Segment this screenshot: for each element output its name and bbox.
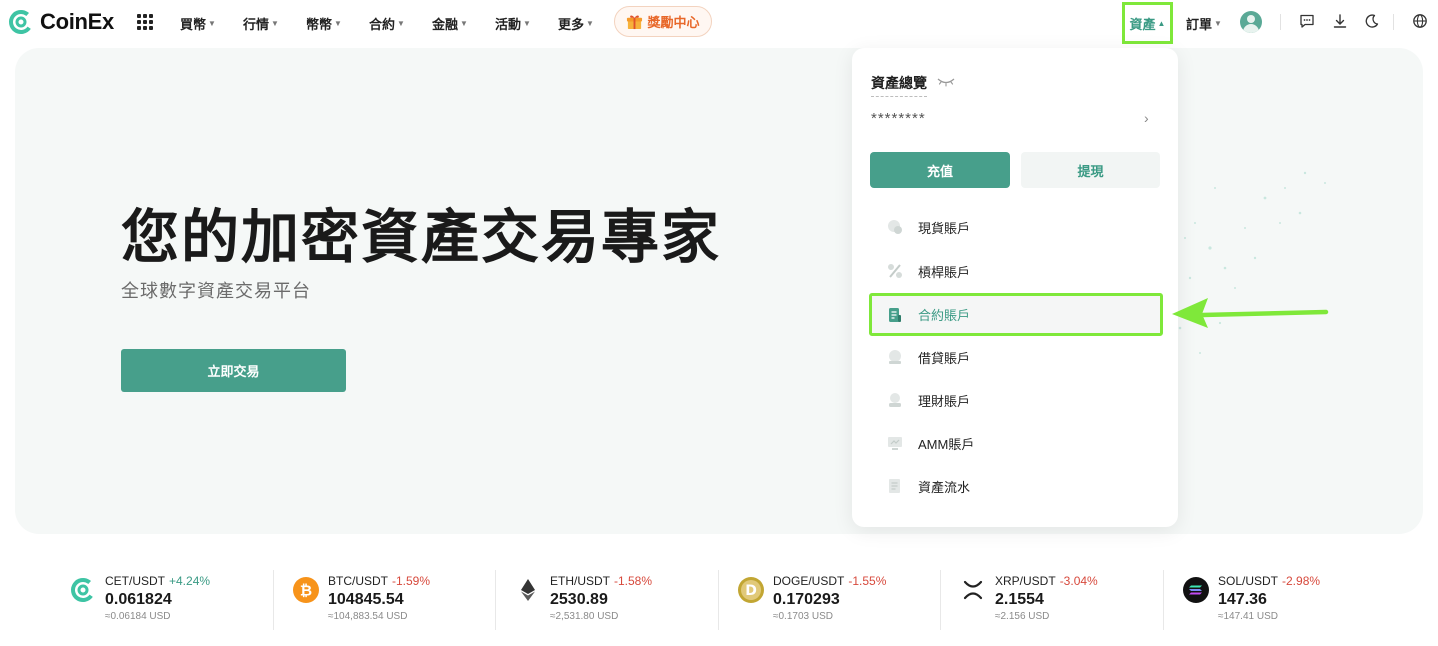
usd-value: ≈147.41 USD (1218, 611, 1278, 622)
financial-account-icon (889, 393, 901, 407)
masked-balance: ******** (871, 110, 926, 127)
spot-account-item[interactable]: 現貨賬戶 (870, 207, 1160, 247)
usd-value: ≈104,883.54 USD (328, 611, 408, 622)
hero-banner: 您的加密資產交易專家 全球數字資產交易平台 立即交易 (15, 48, 1423, 534)
futures-account-item[interactable]: 合約賬戶 (869, 293, 1163, 336)
assets-menu-tab[interactable]: 資產 ▲ (1122, 2, 1173, 44)
usd-value: ≈0.1703 USD (773, 611, 833, 622)
coinex-logo-icon (9, 10, 33, 34)
chat-icon[interactable] (1299, 13, 1315, 29)
nav-finance[interactable]: 金融 ▼ (432, 14, 468, 33)
nav-divider (1280, 14, 1281, 30)
last-price: 2530.89 (550, 591, 608, 608)
chevron-down-icon: ▼ (397, 19, 405, 28)
top-navbar: CoinEx 買幣 ▼ 行情 ▼ 幣幣 ▼ 合約 ▼ 金融 ▼ 活動 ▼ 更多 ▼ 獎勵中心 … (0, 0, 1438, 44)
futures-account-icon (889, 307, 901, 322)
usd-value: ≈2,531.80 USD (550, 611, 619, 622)
download-icon[interactable] (1332, 13, 1348, 29)
ticker-item-eth[interactable]: ETH/USDT -1.58% 2530.89 ≈2,531.80 USD (495, 570, 717, 630)
annotation-arrow-icon (1172, 298, 1329, 328)
market-ticker: CET/USDT +4.24% 0.061824 ≈0.06184 USD ₿ B… (50, 570, 1438, 632)
asset-history-item[interactable]: 資產流水 (870, 466, 1160, 506)
ticker-item-doge[interactable]: D DOGE/USDT -1.55% 0.170293 ≈0.1703 USD (718, 570, 940, 630)
assets-dropdown: 資產總覽 ******** › 充值 提現 現貨賬戶 槓桿賬戶 合約賬戶 借貸賬… (852, 48, 1178, 527)
deposit-button[interactable]: 充值 (870, 152, 1010, 188)
price-change: -1.58% (614, 574, 653, 588)
usd-value: ≈2.156 USD (995, 611, 1050, 622)
pair-name: XRP/USDT (995, 574, 1056, 588)
globe-icon[interactable] (1412, 13, 1428, 29)
trade-now-button[interactable]: 立即交易 (121, 349, 346, 392)
financial-account-item[interactable]: 理財賬戶 (870, 380, 1160, 420)
amm-account-item[interactable]: AMM賬戶 (870, 423, 1160, 463)
sol-coin-icon (1183, 577, 1209, 603)
hero-title: 您的加密資產交易專家 (121, 205, 722, 270)
moon-icon[interactable] (1364, 13, 1380, 29)
reward-center-label: 獎勵中心 (647, 15, 700, 30)
price-change: -3.04% (1059, 574, 1098, 588)
orders-menu-tab[interactable]: 訂單 ▼ (1186, 14, 1222, 33)
price-change: +4.24% (169, 574, 211, 588)
withdraw-button[interactable]: 提現 (1021, 152, 1160, 188)
chevron-down-icon: ▼ (271, 19, 279, 28)
asset-overview-title[interactable]: 資產總覽 (871, 73, 927, 97)
last-price: 0.061824 (105, 591, 172, 608)
chevron-down-icon: ▼ (460, 19, 468, 28)
svg-text:D: D (745, 583, 757, 599)
chevron-down-icon: ▼ (334, 19, 342, 28)
last-price: 104845.54 (328, 591, 404, 608)
ticker-item-sol[interactable]: SOL/USDT -2.98% 147.36 ≈147.41 USD (1163, 570, 1385, 630)
pair-name: SOL/USDT (1218, 574, 1279, 588)
margin-account-item[interactable]: 槓桿賬戶 (870, 251, 1160, 291)
nav-more[interactable]: 更多 ▼ (558, 14, 594, 33)
last-price: 2.1554 (995, 591, 1044, 608)
nav-divider (1393, 14, 1394, 30)
chevron-down-icon: ▼ (208, 19, 216, 28)
ticker-item-btc[interactable]: ₿ BTC/USDT -1.59% 104845.54 ≈104,883.54 U… (273, 570, 495, 630)
nav-activities[interactable]: 活動 ▼ (495, 14, 531, 33)
pair-name: CET/USDT (105, 574, 165, 588)
ticker-item-xrp[interactable]: XRP/USDT -3.04% 2.1554 ≈2.156 USD (940, 570, 1162, 630)
hero-subtitle: 全球數字資產交易平台 (121, 281, 311, 301)
cet-coin-icon (71, 578, 95, 602)
apps-grid-icon[interactable] (137, 14, 153, 30)
loan-account-item[interactable]: 借貸賬戶 (870, 337, 1160, 377)
price-change: -1.59% (392, 574, 431, 588)
chevron-down-icon: ▼ (523, 19, 531, 28)
amm-account-icon (888, 437, 902, 450)
reward-center-button[interactable]: 獎勵中心 (614, 6, 712, 37)
eye-closed-icon[interactable] (936, 74, 956, 88)
ticker-item-cet[interactable]: CET/USDT +4.24% 0.061824 ≈0.06184 USD (50, 570, 272, 630)
xrp-coin-icon (963, 580, 983, 600)
usd-value: ≈0.06184 USD (105, 611, 171, 622)
chevron-up-icon: ▲ (1157, 18, 1166, 28)
pair-name: DOGE/USDT (773, 574, 845, 588)
user-avatar[interactable] (1240, 11, 1262, 33)
nav-buy-crypto[interactable]: 買幣 ▼ (180, 14, 216, 33)
loan-account-icon (889, 350, 901, 364)
btc-coin-icon: ₿ (293, 577, 319, 603)
doge-coin-icon: D (738, 577, 764, 603)
nav-spot[interactable]: 幣幣 ▼ (306, 14, 342, 33)
svg-text:₿: ₿ (300, 582, 312, 600)
last-price: 147.36 (1218, 591, 1267, 608)
price-change: -2.98% (1282, 574, 1321, 588)
margin-account-icon (888, 264, 902, 278)
asset-history-icon (889, 479, 900, 493)
chevron-down-icon: ▼ (586, 19, 594, 28)
coinex-logo[interactable]: CoinEx (8, 9, 114, 35)
price-change: -1.55% (848, 574, 887, 588)
brand-name: CoinEx (40, 9, 114, 34)
last-price: 0.170293 (773, 591, 840, 608)
gift-icon (627, 15, 643, 30)
spot-account-icon (888, 220, 902, 234)
pair-name: BTC/USDT (328, 574, 388, 588)
chevron-right-icon[interactable]: › (1144, 110, 1149, 126)
nav-futures[interactable]: 合約 ▼ (369, 14, 405, 33)
chevron-down-icon: ▼ (1214, 19, 1222, 28)
nav-markets[interactable]: 行情 ▼ (243, 14, 279, 33)
eth-coin-icon (521, 579, 535, 601)
pair-name: ETH/USDT (550, 574, 610, 588)
